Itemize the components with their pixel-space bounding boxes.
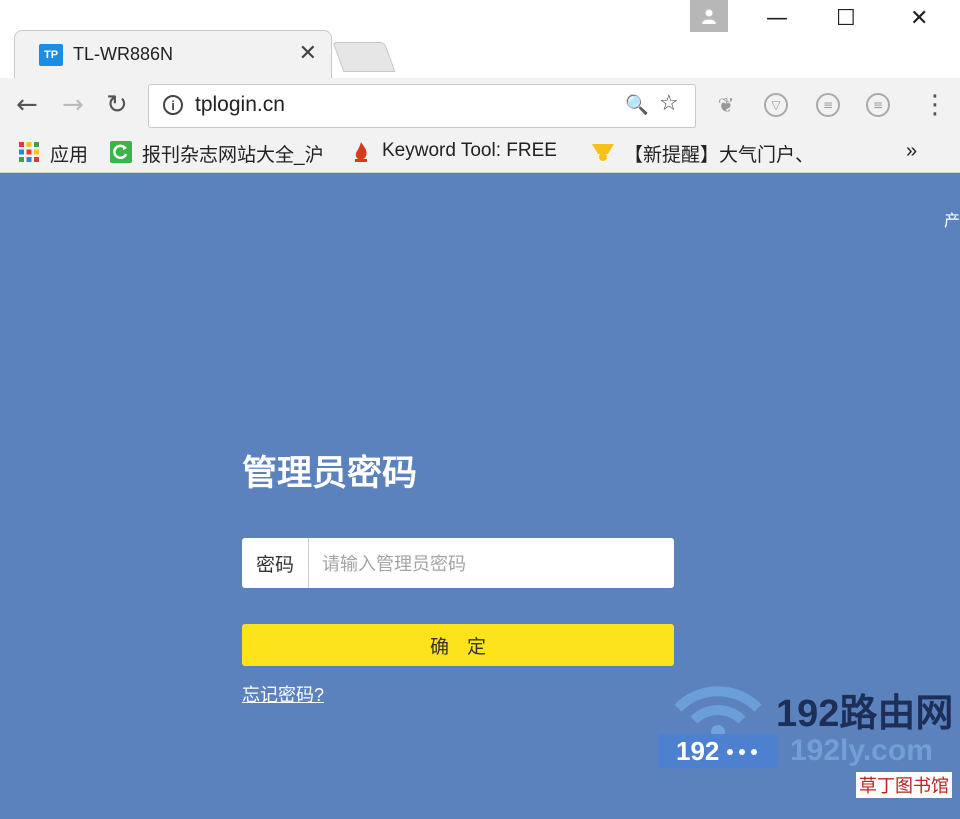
user-icon <box>702 9 716 24</box>
flame-icon <box>355 142 367 162</box>
reload-button[interactable]: ↻ <box>106 90 128 120</box>
page-title: 管理员密码 <box>242 454 418 493</box>
watermark-site: 192ly.com <box>790 734 933 767</box>
bookmarks-overflow-button[interactable]: » <box>906 140 917 163</box>
shield-extension-icon[interactable]: ▽ <box>764 93 788 117</box>
watermark-tag: 草丁图书馆 <box>856 772 952 798</box>
new-tab-button[interactable] <box>332 42 396 72</box>
password-field: 密码 <box>242 538 674 590</box>
maximize-button[interactable]: ☐ <box>836 6 856 31</box>
site-info-icon[interactable]: i <box>163 95 183 115</box>
bookmark-star-icon[interactable]: ☆ <box>659 91 679 116</box>
password-label: 密码 <box>242 538 309 588</box>
bookmark-magazine-sites[interactable]: 报刊杂志网站大全_沪 <box>142 140 324 167</box>
green-refresh-icon <box>110 141 132 163</box>
bell-icon <box>592 144 614 161</box>
extension-leaf-icon[interactable]: ❦ <box>714 93 738 117</box>
browser-titlebar: TP TL-WR886N ✕ — ☐ ✕ <box>0 0 960 79</box>
close-window-button[interactable]: ✕ <box>910 6 928 31</box>
bookmarks-bar: 应用 报刊杂志网站大全_沪 Keyword Tool: FREE 【新提醒】大气… <box>0 134 960 173</box>
forward-button[interactable]: → <box>62 90 84 120</box>
watermark-router-number: 192 <box>676 736 720 766</box>
extension-list-icon[interactable]: ≡ <box>866 93 890 117</box>
tab-close-icon[interactable]: ✕ <box>299 41 317 66</box>
bookmark-apps[interactable]: 应用 <box>50 140 88 167</box>
menu-icon[interactable]: ⋮ <box>922 90 948 120</box>
minimize-button[interactable]: — <box>766 6 788 31</box>
bookmark-keyword-tool[interactable]: Keyword Tool: FREE <box>382 140 557 162</box>
forgot-password-link[interactable]: 忘记密码? <box>242 681 324 707</box>
profile-button[interactable] <box>690 0 728 32</box>
watermark-brand: 192路由网 <box>776 693 954 735</box>
back-button[interactable]: ← <box>16 90 38 120</box>
password-input[interactable] <box>310 538 674 590</box>
tab-title: TL-WR886N <box>73 44 174 64</box>
confirm-button[interactable]: 确定 <box>242 624 674 666</box>
address-bar[interactable]: i tplogin.cn 🔍 ☆ <box>148 84 696 128</box>
tab-active[interactable]: TP TL-WR886N ✕ <box>14 30 332 79</box>
tp-favicon-icon: TP <box>39 44 63 66</box>
zoom-icon[interactable]: 🔍 <box>625 93 649 116</box>
extension-badge-icon[interactable]: ≡ <box>816 93 840 117</box>
apps-grid-icon <box>19 142 39 162</box>
browser-toolbar: ← → ↻ i tplogin.cn 🔍 ☆ ❦ ▽ ≡ ≡ ⋮ <box>0 78 960 134</box>
url-text[interactable]: tplogin.cn <box>195 93 285 117</box>
bookmark-reminder[interactable]: 【新提醒】大气门户、 <box>624 140 814 167</box>
corner-nav-text[interactable]: 产 <box>944 207 960 231</box>
